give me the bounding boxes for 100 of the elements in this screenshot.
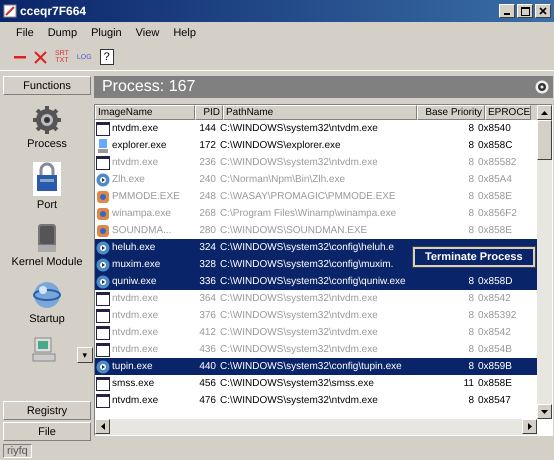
- table-cell-text: 8: [467, 343, 475, 357]
- app-icon: [96, 206, 110, 220]
- maximize-button[interactable]: [517, 4, 533, 18]
- process-name[interactable]: muxim.exe: [112, 256, 160, 273]
- table-cell-text: C:\WINDOWS\system32\ntvdm.exe: [219, 343, 379, 357]
- minimize-button[interactable]: [499, 4, 515, 18]
- table-cell-text: C:\WINDOWS\explorer.exe: [219, 139, 342, 153]
- table-cell-text: C:\Program Files\Winamp\winampa.exe: [219, 207, 398, 221]
- table-cell-text: 364: [198, 292, 217, 306]
- drive-icon[interactable]: [37, 223, 57, 253]
- menu-item[interactable]: Dump: [48, 27, 78, 39]
- process-name[interactable]: ntvdm.exe: [112, 120, 158, 137]
- table-cell-text: 0x85A4: [477, 173, 513, 187]
- table-cell-text: 8: [467, 173, 475, 187]
- process-name[interactable]: quniw.exe: [112, 273, 156, 290]
- sidebar-item[interactable]: Startup: [29, 313, 65, 325]
- table-cell-text: 8: [467, 394, 475, 408]
- close-icon[interactable]: [34, 50, 47, 64]
- sidebar-item[interactable]: Port: [36, 199, 58, 211]
- table-cell-text: 476: [198, 394, 217, 408]
- menu-item[interactable]: View: [136, 27, 160, 39]
- table-cell-text: C:\WINDOWS\system32\config\heluh.e: [219, 241, 395, 255]
- menu-item[interactable]: Plugin: [91, 27, 122, 39]
- menu-item[interactable]: Terminate Process: [425, 251, 523, 263]
- column-header[interactable]: PathName: [223, 105, 417, 120]
- table-cell-text: 8: [467, 292, 475, 306]
- table-cell-text: 11: [462, 377, 475, 391]
- table-cell-text: 8: [467, 122, 475, 136]
- table-cell-text: 8: [467, 326, 475, 340]
- computer-icon[interactable]: [31, 337, 57, 363]
- vertical-scrollbar[interactable]: [537, 105, 552, 419]
- dropdown-button[interactable]: ▾: [77, 347, 93, 363]
- table-cell-text: C:\WINDOWS\system32\ntvdm.exe: [219, 122, 379, 136]
- table-cell-text: 0x854B: [477, 343, 513, 357]
- functions-button[interactable]: Functions: [3, 76, 91, 95]
- sidebar-button[interactable]: File: [3, 422, 91, 441]
- left-arrow-icon: [100, 423, 104, 430]
- computer-icon: [96, 138, 110, 152]
- app-icon: [3, 4, 17, 18]
- table-cell-text: 0x8547: [477, 394, 512, 408]
- process-name[interactable]: heluh.exe: [112, 239, 156, 256]
- table-cell-text: 0x858E: [477, 190, 513, 204]
- table-cell-text: 144: [198, 122, 217, 136]
- help-button[interactable]: ?: [100, 49, 114, 65]
- app-icon: [96, 224, 110, 238]
- table-cell-text: 8: [467, 309, 475, 323]
- column-header[interactable]: ImageName: [95, 105, 195, 120]
- status-text: riyfq: [3, 444, 32, 458]
- table-cell-text: 456: [198, 377, 217, 391]
- down-arrow-icon: [541, 410, 548, 414]
- process-name[interactable]: smss.exe: [112, 375, 154, 392]
- process-name[interactable]: explorer.exe: [112, 137, 166, 154]
- table-cell-text: 0x8542: [477, 326, 512, 340]
- close-button[interactable]: [535, 4, 551, 18]
- table-cell-text: C:\WINDOWS\system32\ntvdm.exe: [219, 326, 379, 340]
- lock-icon[interactable]: [33, 162, 61, 196]
- horizontal-scrollbar[interactable]: [95, 419, 537, 435]
- table-cell-text: C:\WINDOWS\system32\config\quniw.exe: [219, 275, 407, 289]
- table-cell-text: 0x858D: [477, 275, 514, 289]
- column-header[interactable]: PID: [195, 105, 223, 120]
- table-cell-text: 376: [198, 309, 217, 323]
- table-cell-text: 324: [198, 241, 217, 255]
- table-cell-text: 0x85582: [477, 156, 518, 170]
- table-cell-text: 0x8542: [477, 292, 512, 306]
- table-cell-text: 440: [198, 360, 217, 374]
- table-cell-text: 8: [467, 207, 475, 221]
- table-cell-text: 8: [467, 360, 475, 374]
- menu-item[interactable]: Help: [173, 27, 196, 39]
- table-cell-text: 0x859B: [477, 360, 513, 374]
- table-cell-text: C:\Norman\Npm\Bin\Zlh.exe: [219, 173, 346, 187]
- table-cell-text: C:\WINDOWS\system32\config\muxim.: [219, 258, 394, 272]
- table-cell-text: C:\WINDOWS\system32\config\tupin.exe: [219, 360, 403, 374]
- right-arrow-icon: [528, 423, 532, 430]
- column-header[interactable]: EPROCE: [485, 105, 531, 120]
- table-cell-text: 0x858E: [477, 377, 513, 391]
- process-name[interactable]: ntvdm.exe: [112, 392, 158, 409]
- table-cell-text: C:\WINDOWS\system32\ntvdm.exe: [219, 292, 379, 306]
- scroll-thumb[interactable]: [537, 120, 552, 160]
- table-cell-text: 412: [198, 326, 217, 340]
- sidebar-button[interactable]: Registry: [3, 401, 91, 420]
- table-cell-text: 268: [198, 207, 217, 221]
- table-cell-text: C:\WASAY\PROMAGIC\PMMODE.EXE: [219, 190, 397, 204]
- sidebar-item[interactable]: Process: [27, 138, 67, 150]
- maximize-icon: [520, 6, 530, 16]
- sidebar-item[interactable]: Kernel Module: [12, 256, 82, 268]
- up-arrow-icon: [541, 110, 548, 114]
- menu-item[interactable]: File: [16, 27, 34, 39]
- table-cell-text: 436: [198, 343, 217, 357]
- table-cell-text: 8: [467, 156, 475, 170]
- table-cell-text: C:\WINDOWS\system32\ntvdm.exe: [219, 309, 379, 323]
- table-cell-text: C:\WINDOWS\system32\ntvdm.exe: [219, 394, 379, 408]
- window-title: cceqr7F664: [20, 4, 88, 18]
- globe-icon[interactable]: [32, 280, 62, 310]
- table-cell-text: 0x856F2: [477, 207, 518, 221]
- table-cell-text: 236: [198, 156, 217, 170]
- table-cell-text: 280: [198, 224, 217, 238]
- table-cell-text: 240: [198, 173, 217, 187]
- column-header[interactable]: Base Priority: [417, 105, 485, 120]
- process-name[interactable]: tupin.exe: [112, 358, 153, 375]
- close-icon: [539, 7, 547, 15]
